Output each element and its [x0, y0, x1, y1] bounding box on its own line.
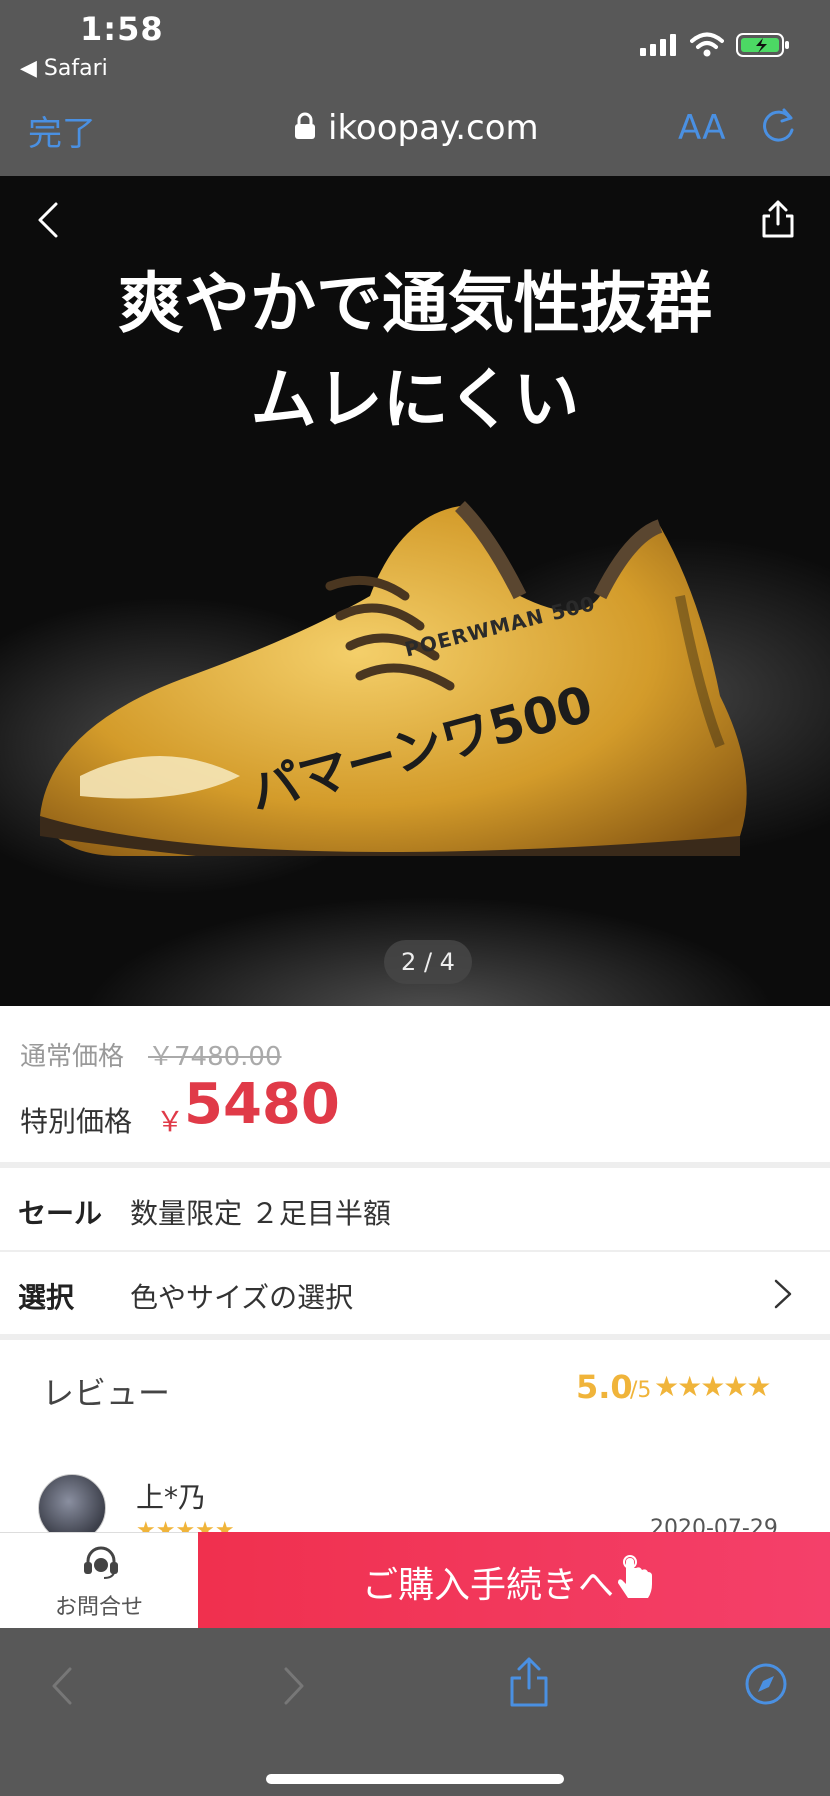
select-value[interactable]: 色やサイズの選択	[130, 1276, 353, 1316]
chevron-right-icon[interactable]	[772, 1278, 794, 1310]
wifi-icon	[690, 32, 724, 57]
purchase-bar: お問合せ ご購入手続きへ	[0, 1532, 830, 1629]
shoe-image	[40, 501, 747, 856]
select-label: 選択	[18, 1281, 75, 1314]
regular-price-label: 通常価格	[20, 1042, 125, 1072]
section-divider	[0, 1162, 830, 1168]
select-variant-row[interactable]	[0, 1252, 830, 1334]
product-image-carousel[interactable]: 爽やかで通気性抜群 ムレにくい POERWMAN 500 パマーンワ500 2 …	[0, 176, 830, 1006]
text-size-button[interactable]: AA	[678, 108, 725, 148]
status-time: 1:58	[80, 10, 164, 48]
safari-toolbar	[0, 1628, 830, 1796]
sale-value: 数量限定 ２足目半額	[130, 1197, 391, 1230]
compass-icon[interactable]	[744, 1662, 788, 1706]
back-to-safari-link[interactable]: ◀ Safari	[20, 56, 108, 81]
home-indicator	[266, 1774, 564, 1784]
checkout-button[interactable]: ご購入手続きへ	[198, 1532, 830, 1628]
back-arrow-icon[interactable]	[50, 1666, 74, 1706]
forward-arrow-icon[interactable]	[282, 1666, 306, 1706]
contact-label: お問合せ	[54, 1595, 143, 1620]
reviews-title: レビュー	[42, 1374, 171, 1412]
rating-max: /5	[630, 1378, 652, 1403]
currency-symbol: ￥	[156, 1105, 185, 1138]
headset-icon	[84, 1546, 118, 1579]
pointing-hand-icon	[618, 1555, 652, 1598]
back-chevron-icon[interactable]	[34, 200, 64, 240]
checkout-label: ご購入手続きへ	[362, 1565, 615, 1606]
special-price-label: 特別価格	[20, 1105, 133, 1138]
sale-label: セール	[18, 1197, 103, 1230]
battery-icon	[736, 33, 789, 57]
done-button[interactable]: 完了	[28, 106, 96, 155]
reviewer-name: 上*乃	[136, 1481, 207, 1514]
signal-icon	[640, 34, 676, 56]
section-divider	[0, 1334, 830, 1340]
rating-stars: ★★★★★	[654, 1370, 772, 1403]
share-icon[interactable]	[760, 198, 796, 238]
special-price: 5480	[184, 1072, 340, 1137]
product-headline: ムレにくい	[250, 361, 580, 438]
reload-icon[interactable]	[758, 106, 798, 146]
address-bar-url[interactable]: ikoopay.com	[294, 108, 539, 148]
safari-top-bar: 1:58 ◀ Safari 完了 ikoopay.com AA	[0, 0, 830, 176]
product-headline: 爽やかで通気性抜群	[118, 265, 712, 342]
contact-button[interactable]: お問合せ	[0, 1532, 198, 1629]
share-icon[interactable]	[508, 1656, 550, 1708]
rating-value: 5.0	[576, 1368, 633, 1406]
image-counter: 2 / 4	[384, 940, 472, 984]
regular-price: ￥7480.00	[148, 1042, 282, 1072]
